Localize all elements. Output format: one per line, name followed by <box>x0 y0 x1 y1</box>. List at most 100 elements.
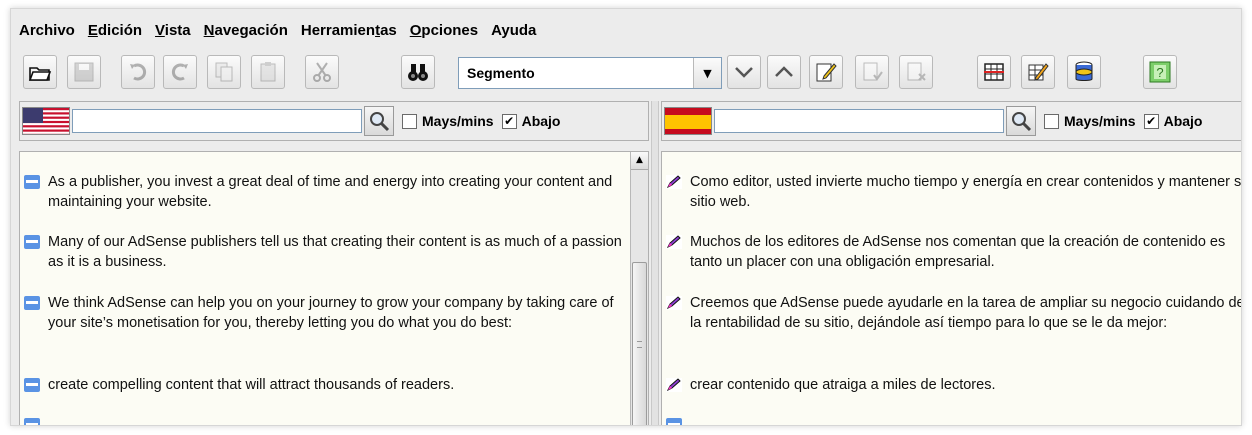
spain-flag-icon <box>664 107 712 135</box>
source-down-label: Abajo <box>521 113 561 129</box>
svg-text:?: ? <box>1156 65 1163 80</box>
paste-icon <box>260 62 276 82</box>
menu-vista[interactable]: Vista <box>155 22 191 39</box>
validate-segment-icon <box>863 62 883 81</box>
database-icon <box>1075 61 1093 81</box>
remove-segment-button[interactable] <box>899 55 933 89</box>
pane-splitter[interactable] <box>651 101 659 425</box>
us-flag-icon <box>22 107 70 135</box>
find-binoculars-icon <box>408 64 428 81</box>
source-scrollbar[interactable]: ▲ <box>630 152 648 425</box>
source-segment-marker-icon <box>24 378 40 392</box>
source-segment-text: create compelling content that will attr… <box>48 377 455 393</box>
menu-opciones[interactable]: Opciones <box>410 22 478 39</box>
menu-edicion[interactable]: Edición <box>88 22 142 39</box>
pencil-icon <box>666 175 682 189</box>
edit-segment-icon <box>816 63 837 82</box>
source-segment[interactable]: We think AdSense can help you on your jo… <box>24 293 626 333</box>
target-down-label: Abajo <box>1163 113 1203 129</box>
target-segment-text: Muchos de los editores de AdSense nos co… <box>690 234 1226 270</box>
target-down-checkbox[interactable]: ✔ <box>1143 113 1159 129</box>
open-button[interactable] <box>23 55 57 89</box>
source-search-button[interactable] <box>364 106 394 136</box>
target-search-input[interactable] <box>714 109 1004 133</box>
menu-herramientas[interactable]: Herramientas <box>301 22 397 39</box>
pencil-icon <box>666 235 682 249</box>
source-segment[interactable]: Many of our AdSense publishers tell us t… <box>24 232 626 272</box>
grid-button[interactable] <box>977 55 1011 89</box>
help-button[interactable]: ? <box>1143 55 1177 89</box>
save-button[interactable] <box>67 55 101 89</box>
menu-edicion-rest: dición <box>97 21 143 39</box>
target-segment-text: Creemos que AdSense puede ayudarle en la… <box>690 295 1242 331</box>
source-search-row: Mays/mins ✔ Abajo <box>19 101 649 141</box>
target-segment-text: crear contenido que atraiga a miles de l… <box>690 377 996 393</box>
menu-vista-mnemonic: V <box>155 21 165 39</box>
paste-button[interactable] <box>251 55 285 89</box>
target-segment-marker-icon <box>666 418 682 425</box>
target-text-area[interactable]: Como editor, usted invierte mucho tiempo… <box>661 151 1242 425</box>
cut-icon <box>313 62 331 82</box>
menu-navegacion-rest: avegación <box>214 21 288 39</box>
target-search-row: Mays/mins ✔ Abajo <box>661 101 1241 141</box>
previous-segment-button[interactable] <box>767 55 801 89</box>
edit-pencil-icon <box>1028 63 1049 81</box>
target-segment[interactable]: crear contenido que atraiga a miles de l… <box>666 375 1241 395</box>
target-segment[interactable]: Como editor, usted invierte mucho tiempo… <box>666 172 1242 212</box>
undo-icon <box>130 63 147 81</box>
edit-segment-button[interactable] <box>809 55 843 89</box>
source-segment-marker-icon <box>24 175 40 189</box>
pencil-icon <box>666 378 682 392</box>
source-text-area[interactable]: As a publisher, you invest a great deal … <box>19 151 649 425</box>
remove-segment-icon <box>907 62 926 81</box>
open-folder-icon <box>28 67 52 81</box>
next-segment-icon <box>735 67 753 78</box>
previous-segment-icon <box>775 66 793 77</box>
source-down-checkbox[interactable]: ✔ <box>501 113 517 129</box>
pencil-icon <box>666 296 682 310</box>
redo-icon <box>171 63 188 81</box>
next-segment-button[interactable] <box>727 55 761 89</box>
source-segment-marker-icon <box>24 418 40 425</box>
source-case-label: Mays/mins <box>422 113 494 129</box>
source-segment[interactable]: As a publisher, you invest a great deal … <box>24 172 626 212</box>
menu-ayuda[interactable]: Ayuda <box>491 22 536 39</box>
source-pane: Mays/mins ✔ Abajo As a publisher, you in… <box>19 101 649 425</box>
undo-button[interactable] <box>121 55 155 89</box>
target-case-checkbox[interactable] <box>1044 113 1059 129</box>
target-segment[interactable]: Muchos de los editores de AdSense nos co… <box>666 232 1241 272</box>
edit-pencil-button[interactable] <box>1021 55 1055 89</box>
menu-bar: Archivo Edición Vista Navegación Herrami… <box>11 19 1241 41</box>
target-segment[interactable]: Creemos que AdSense puede ayudarle en la… <box>666 293 1242 333</box>
toolbar: Segmento ▼ ? <box>11 49 1241 95</box>
find-button[interactable] <box>401 55 435 89</box>
chevron-down-icon[interactable]: ▼ <box>693 58 721 88</box>
segment-select-value: Segmento <box>467 65 535 81</box>
scroll-thumb[interactable] <box>632 262 647 425</box>
source-segment[interactable]: create compelling content that will attr… <box>24 375 626 395</box>
save-icon <box>74 62 94 82</box>
redo-button[interactable] <box>163 55 197 89</box>
source-case-checkbox[interactable] <box>402 113 417 129</box>
target-pane: Mays/mins ✔ Abajo Como editor, usted inv… <box>661 101 1242 425</box>
cut-button[interactable] <box>305 55 339 89</box>
grid-icon <box>984 63 1004 81</box>
source-segment-text: As a publisher, you invest a great deal … <box>48 174 613 210</box>
menu-opciones-mnemonic: O <box>409 21 422 39</box>
copy-button[interactable] <box>207 55 241 89</box>
target-segment-text: Como editor, usted invierte mucho tiempo… <box>690 174 1242 210</box>
menu-navegacion-mnemonic: N <box>203 21 215 39</box>
database-button[interactable] <box>1067 55 1101 89</box>
validate-segment-button[interactable] <box>855 55 889 89</box>
target-case-label: Mays/mins <box>1064 113 1136 129</box>
copy-icon <box>215 62 233 82</box>
target-search-button[interactable] <box>1006 106 1036 136</box>
menu-opciones-rest: pciones <box>421 21 479 39</box>
source-search-input[interactable] <box>72 109 362 133</box>
menu-navegacion[interactable]: Navegación <box>204 22 288 39</box>
scroll-up-icon[interactable]: ▲ <box>631 152 648 170</box>
source-segment-marker-icon <box>24 235 40 249</box>
segment-select[interactable]: Segmento ▼ <box>458 57 722 89</box>
menu-archivo[interactable]: Archivo <box>19 22 75 39</box>
source-segment-text: We think AdSense can help you on your jo… <box>48 295 614 331</box>
